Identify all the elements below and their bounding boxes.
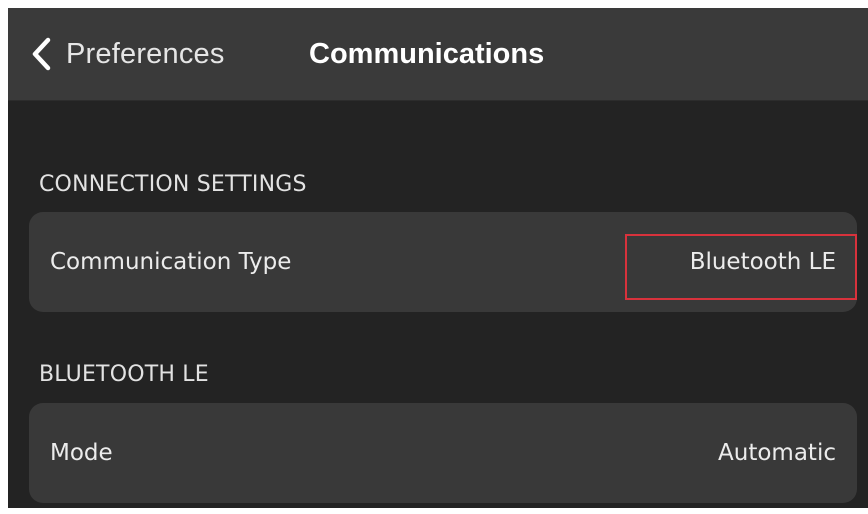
communication-type-row[interactable]: Communication Type Bluetooth LE: [29, 212, 857, 312]
communication-type-value: Bluetooth LE: [689, 249, 836, 275]
page-title: Communications: [309, 38, 545, 70]
back-button-label: Preferences: [66, 37, 225, 70]
mode-row[interactable]: Mode Automatic: [29, 403, 857, 503]
mode-value: Automatic: [718, 440, 836, 466]
navigation-bar: Preferences Communications: [8, 8, 868, 101]
chevron-left-icon: [32, 37, 51, 71]
section-header-connection-settings: CONNECTION SETTINGS: [39, 172, 307, 197]
mode-label: Mode: [50, 440, 113, 466]
section-header-bluetooth-le: BLUETOOTH LE: [39, 362, 209, 387]
communications-screen: Preferences Communications CONNECTION SE…: [8, 8, 868, 508]
back-button[interactable]: Preferences: [30, 33, 225, 75]
communication-type-label: Communication Type: [50, 249, 292, 275]
